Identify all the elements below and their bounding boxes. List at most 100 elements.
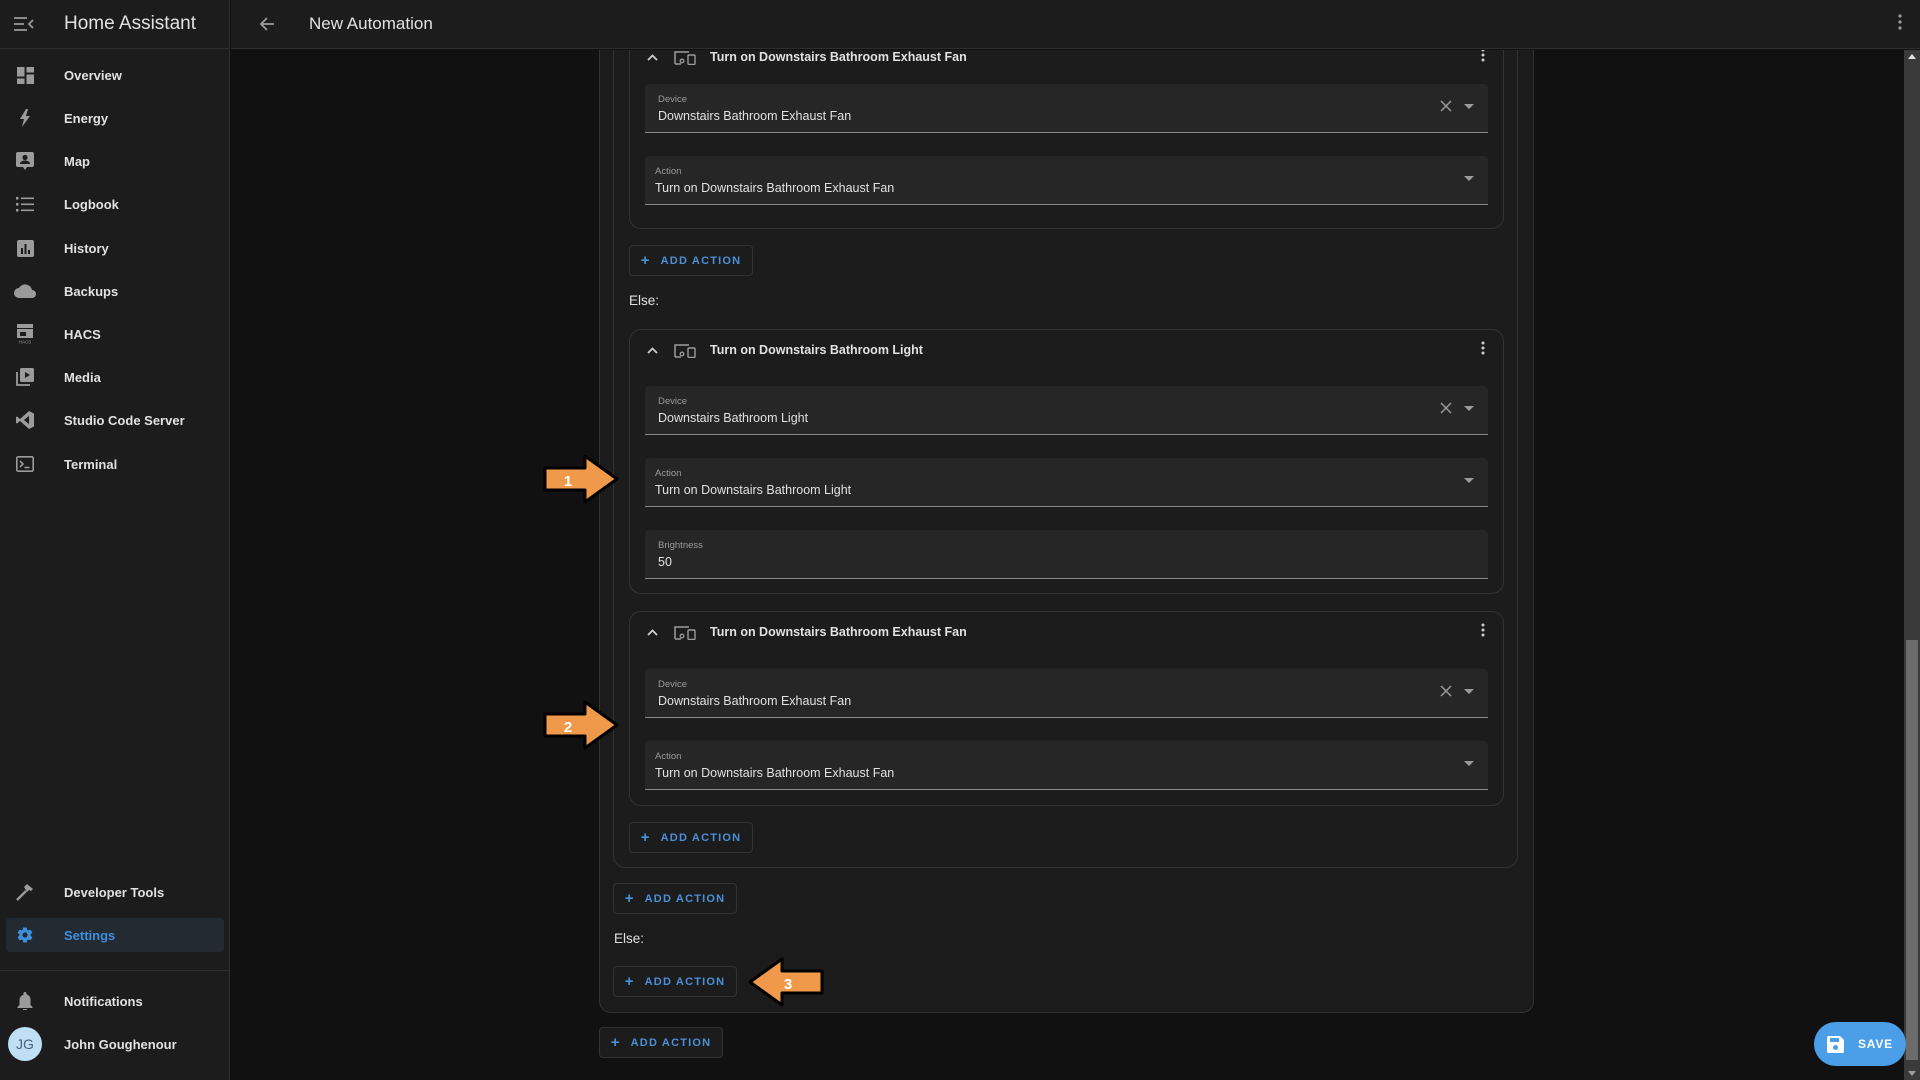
add-action-button[interactable]: + ADD ACTION [613, 883, 737, 914]
callout-number: 1 [564, 473, 572, 490]
action-card-header[interactable]: Turn on Downstairs Bathroom Exhaust Fan [630, 50, 1503, 77]
back-button[interactable] [247, 4, 287, 44]
hacs-store-icon: HACS [6, 324, 44, 344]
sidebar-item-label: Notifications [64, 993, 143, 1009]
dropdown-arrow-icon[interactable] [1464, 406, 1474, 411]
callout-arrow-3: 3 [748, 957, 824, 1012]
console-icon [6, 456, 44, 472]
sidebar-item-label: Settings [64, 927, 116, 943]
dropdown-arrow-icon[interactable] [1464, 104, 1474, 109]
field-value: Turn on Downstairs Bathroom Exhaust Fan [655, 766, 895, 780]
scrollbar-thumb[interactable] [1906, 640, 1918, 1060]
action-card-header[interactable]: Turn on Downstairs Bathroom Exhaust Fan [630, 612, 1503, 652]
plus-icon: + [624, 973, 635, 990]
dots-vertical-icon[interactable] [1481, 50, 1485, 67]
scroll-up-arrow-icon[interactable] [1908, 54, 1916, 59]
action-card: Turn on Downstairs Bathroom Exhaust Fan … [629, 50, 1504, 229]
plus-icon: + [610, 1034, 621, 1051]
dropdown-arrow-icon[interactable] [1464, 176, 1474, 181]
dots-vertical-icon[interactable] [1481, 341, 1485, 360]
sidebar-item-terminal[interactable]: Terminal [6, 447, 224, 481]
sidebar-item-user[interactable]: JG John Goughenour [6, 1027, 224, 1061]
view-dashboard-icon [6, 66, 44, 84]
clear-icon[interactable] [1440, 401, 1452, 419]
save-button[interactable]: SAVE [1814, 1022, 1906, 1066]
sidebar-item-label: HACS [64, 326, 101, 342]
sidebar-item-overview[interactable]: Overview [6, 58, 224, 92]
menu-open-icon [14, 17, 34, 31]
field-value: 50 [658, 555, 672, 569]
svg-text:HACS: HACS [19, 340, 32, 345]
field-value: Turn on Downstairs Bathroom Exhaust Fan [655, 181, 895, 195]
plus-icon: + [640, 252, 651, 269]
sidebar-item-map[interactable]: Map [6, 144, 224, 178]
device-picker[interactable]: Device Downstairs Bathroom Exhaust Fan [645, 84, 1488, 133]
sidebar-item-label: Terminal [64, 456, 118, 472]
clear-icon[interactable] [1440, 684, 1452, 702]
plus-icon: + [624, 890, 635, 907]
else-label: Else: [614, 931, 645, 946]
add-action-button[interactable]: + ADD ACTION [629, 822, 753, 853]
sidebar-item-energy[interactable]: Energy [6, 101, 224, 135]
action-picker[interactable]: Action Turn on Downstairs Bathroom Light [645, 458, 1488, 507]
menu-toggle-button[interactable] [0, 0, 48, 49]
chevron-up-icon[interactable] [642, 346, 662, 354]
scrollbar[interactable] [1904, 50, 1920, 1080]
action-picker[interactable]: Action Turn on Downstairs Bathroom Exhau… [645, 156, 1488, 205]
dropdown-arrow-icon[interactable] [1464, 689, 1474, 694]
overflow-menu-button[interactable] [1898, 14, 1902, 35]
sidebar-item-label: Logbook [64, 196, 119, 212]
sidebar-item-developer-tools[interactable]: Developer Tools [6, 875, 224, 909]
bell-icon [6, 992, 44, 1010]
field-value: Turn on Downstairs Bathroom Light [655, 483, 852, 497]
map-account-icon [6, 151, 44, 171]
device-picker[interactable]: Device Downstairs Bathroom Exhaust Fan [645, 669, 1488, 718]
callout-arrow-1: 1 [543, 454, 619, 509]
sidebar-item-label: Energy [64, 110, 109, 126]
cloud-icon [6, 284, 44, 298]
dropdown-arrow-icon[interactable] [1464, 478, 1474, 483]
page-title: New Automation [309, 14, 433, 33]
format-list-bulleted-icon [6, 196, 44, 212]
sidebar-header: Home Assistant [0, 0, 229, 49]
dropdown-arrow-icon[interactable] [1464, 761, 1474, 766]
avatar: JG [8, 1027, 42, 1061]
save-label: SAVE [1858, 1037, 1893, 1051]
sidebar-item-studio-code-server[interactable]: Studio Code Server [6, 403, 224, 437]
add-action-button[interactable]: + ADD ACTION [599, 1027, 723, 1058]
clear-icon[interactable] [1440, 99, 1452, 117]
sidebar-item-backups[interactable]: Backups [6, 274, 224, 308]
callout-number: 2 [564, 719, 572, 736]
scroll-down-arrow-icon[interactable] [1908, 1071, 1916, 1076]
play-box-multiple-icon [6, 368, 44, 386]
devices-icon [674, 50, 696, 65]
chevron-up-icon[interactable] [642, 53, 662, 61]
sidebar-item-label: Backups [64, 283, 119, 299]
sidebar: Home Assistant Overview Energy Map Logbo… [0, 0, 230, 1080]
add-action-button[interactable]: + ADD ACTION [629, 245, 753, 276]
brightness-field[interactable]: Brightness 50 [645, 530, 1488, 579]
device-picker[interactable]: Device Downstairs Bathroom Light [645, 386, 1488, 435]
chevron-up-icon[interactable] [642, 628, 662, 636]
sidebar-item-logbook[interactable]: Logbook [6, 187, 224, 221]
plus-icon: + [640, 829, 651, 846]
add-action-button[interactable]: + ADD ACTION [613, 966, 737, 997]
field-label: Device [658, 94, 688, 105]
dots-vertical-icon[interactable] [1481, 623, 1485, 642]
sidebar-item-settings[interactable]: Settings [6, 918, 224, 952]
sidebar-item-notifications[interactable]: Notifications [6, 984, 224, 1018]
sidebar-item-hacs[interactable]: HACS HACS [6, 317, 224, 351]
action-card-header[interactable]: Turn on Downstairs Bathroom Light [630, 330, 1503, 370]
devices-icon [674, 343, 696, 358]
field-label: Action [655, 166, 682, 177]
sidebar-item-media[interactable]: Media [6, 360, 224, 394]
arrow-left-icon [259, 17, 274, 31]
app-title: Home Assistant [64, 13, 196, 34]
callout-number: 3 [784, 976, 792, 993]
field-value: Downstairs Bathroom Exhaust Fan [658, 694, 852, 708]
automation-editor: Turn on Downstairs Bathroom Exhaust Fan … [231, 50, 1901, 1080]
sidebar-item-label: Media [64, 369, 101, 385]
sidebar-item-history[interactable]: History [6, 231, 224, 265]
action-card: Turn on Downstairs Bathroom Exhaust Fan … [629, 611, 1504, 806]
action-picker[interactable]: Action Turn on Downstairs Bathroom Exhau… [645, 741, 1488, 790]
